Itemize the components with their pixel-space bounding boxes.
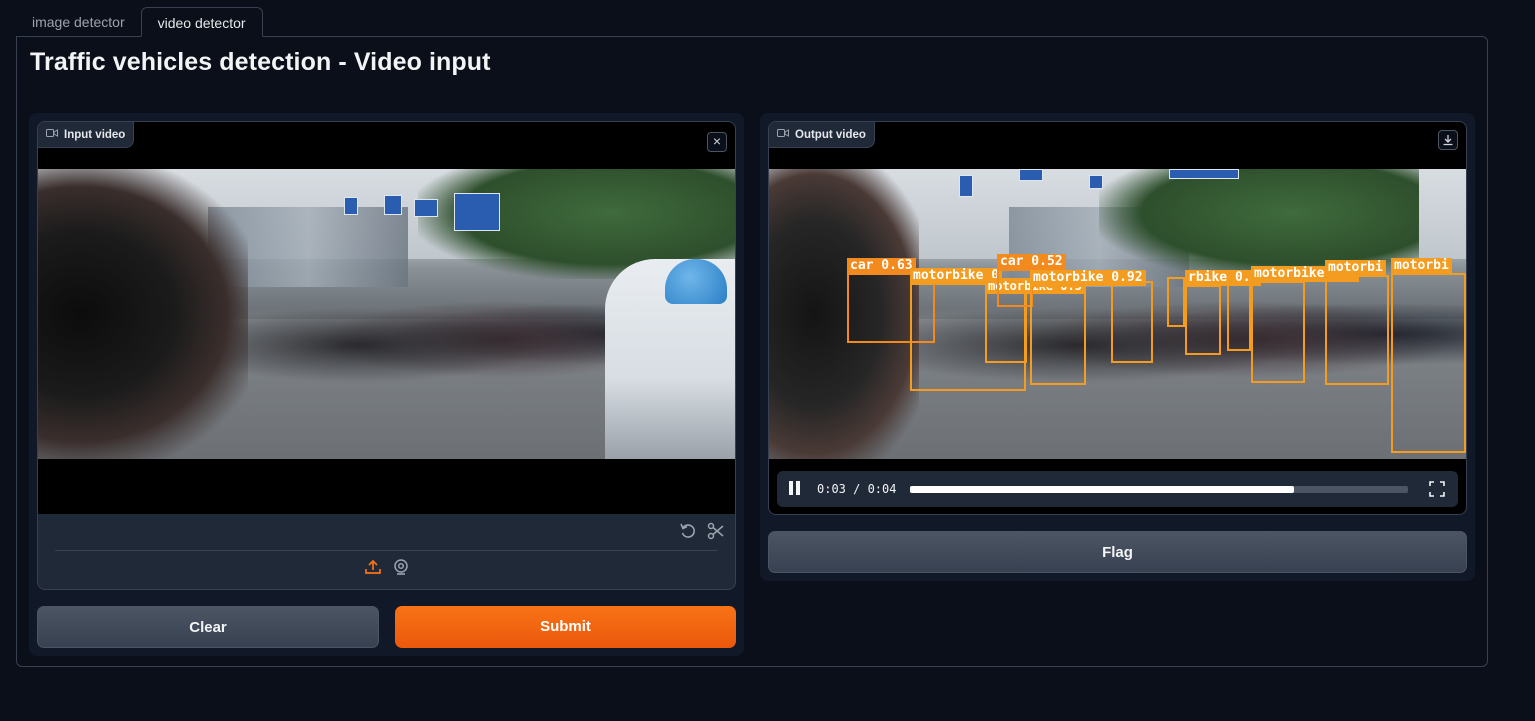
- input-video-block: Input video ×: [37, 121, 736, 590]
- progress-fill: [910, 485, 1294, 493]
- output-video-block: car 0.63 motorbike 0 motorbike 0.5 car 0…: [768, 121, 1467, 515]
- video-camera-icon: [46, 128, 58, 141]
- input-source-selector: [38, 558, 735, 584]
- detection-label: motorbi: [1391, 258, 1452, 274]
- download-icon[interactable]: [1438, 130, 1458, 150]
- output-video-label: Output video: [769, 122, 875, 148]
- page-title: Traffic vehicles detection - Video input: [30, 48, 491, 76]
- detection-box: rbike 0.8: [1185, 270, 1262, 355]
- pause-icon[interactable]: [789, 481, 803, 497]
- detection-box: [1111, 281, 1153, 363]
- input-divider: [55, 550, 718, 551]
- scissors-icon[interactable]: [707, 522, 725, 540]
- tab-bar: image detector video detector: [16, 7, 263, 37]
- detection-box: [1167, 277, 1185, 327]
- progress-bar[interactable]: [910, 485, 1408, 493]
- webcam-icon[interactable]: [392, 558, 410, 576]
- output-video-label-text: Output video: [795, 128, 866, 141]
- fullscreen-icon[interactable]: [1428, 480, 1446, 498]
- input-video-player[interactable]: [38, 122, 735, 514]
- input-video-label: Input video: [38, 122, 135, 148]
- input-edit-toolbar: [38, 514, 735, 550]
- upload-icon[interactable]: [364, 558, 382, 576]
- detection-label: car 0.63: [847, 258, 916, 274]
- detection-box: motorbi: [1391, 258, 1466, 453]
- detection-box: motorbi: [1325, 260, 1389, 385]
- tab-video-detector[interactable]: video detector: [140, 7, 263, 37]
- detection-label: motorbi: [1325, 260, 1386, 276]
- input-video-frame: [38, 169, 735, 459]
- clear-button[interactable]: Clear: [37, 606, 379, 648]
- tab-image-detector[interactable]: image detector: [16, 7, 141, 37]
- submit-button[interactable]: Submit: [395, 606, 736, 648]
- input-video-label-text: Input video: [64, 128, 126, 141]
- undo-icon[interactable]: [679, 522, 697, 540]
- output-video-player[interactable]: car 0.63 motorbike 0 motorbike 0.5 car 0…: [769, 122, 1466, 514]
- close-icon[interactable]: ×: [707, 132, 727, 152]
- video-controls: 0:03 / 0:04: [777, 471, 1458, 507]
- video-camera-icon: [777, 128, 789, 141]
- detection-label: car 0.52: [997, 254, 1066, 270]
- time-display: 0:03 / 0:04: [817, 482, 897, 496]
- detection-box: motorbike 0.7: [1251, 266, 1359, 383]
- flag-button[interactable]: Flag: [768, 531, 1467, 573]
- output-video-frame: car 0.63 motorbike 0 motorbike 0.5 car 0…: [769, 169, 1466, 459]
- detection-box: [1227, 281, 1251, 351]
- detection-box: motorbike 0.92: [1030, 270, 1146, 385]
- detection-box: car 0.52: [997, 254, 1066, 307]
